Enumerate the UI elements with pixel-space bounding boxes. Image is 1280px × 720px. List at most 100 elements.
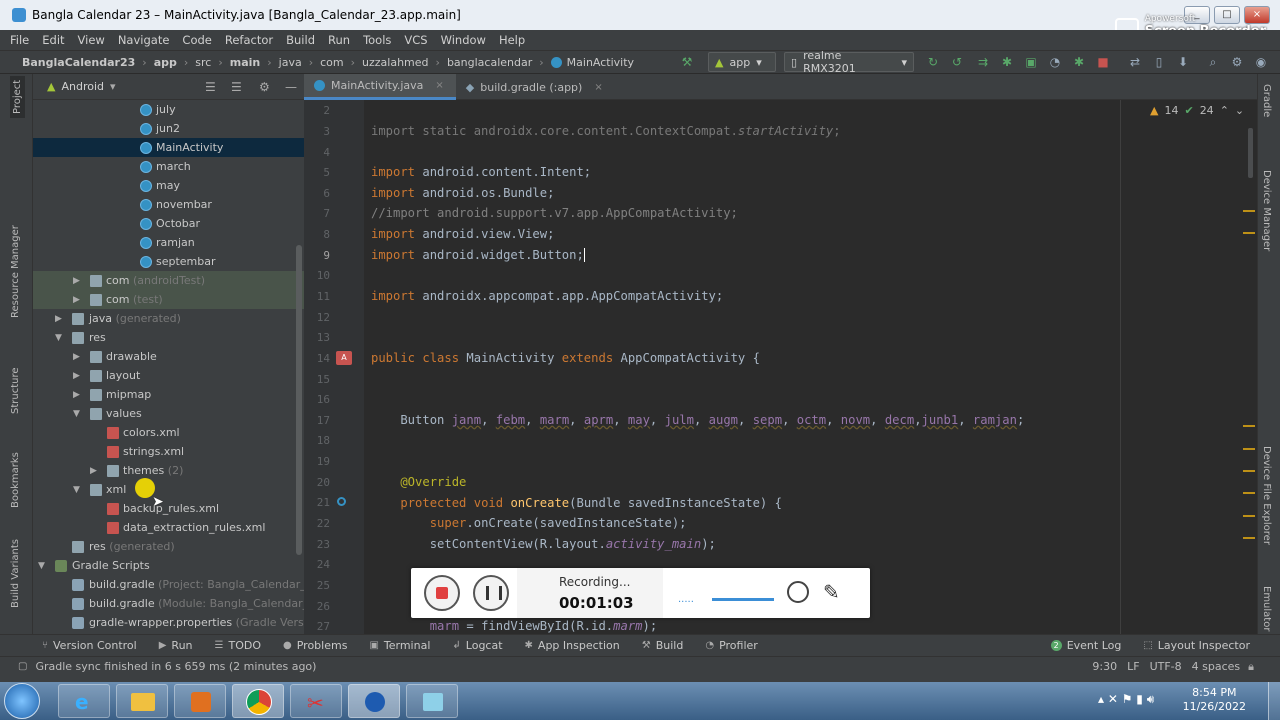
- menu-refactor[interactable]: Refactor: [225, 33, 273, 47]
- project-view-select[interactable]: Android: [61, 80, 104, 93]
- tree-item-novembar[interactable]: novembar: [33, 195, 304, 214]
- tab-build-gradle[interactable]: ◆ build.gradle (:app) ×: [456, 74, 615, 100]
- status-message[interactable]: Gradle sync finished in 6 s 659 ms (2 mi…: [35, 660, 316, 673]
- taskbar-android-studio[interactable]: [348, 684, 400, 718]
- tree-item-march[interactable]: march: [33, 157, 304, 176]
- update-icon[interactable]: ◉: [1254, 55, 1268, 69]
- tray-icons[interactable]: ▴ ✕ ⚑ ▮ 🔊︎: [1098, 692, 1154, 707]
- breadcrumb-com[interactable]: com: [320, 56, 344, 69]
- tree-item-drawable[interactable]: ▶ drawable: [33, 347, 304, 366]
- hide-icon[interactable]: —: [285, 80, 297, 94]
- run-config-select[interactable]: ▲ app ▾: [708, 52, 776, 72]
- menu-file[interactable]: File: [10, 33, 29, 47]
- tree-item-jun2[interactable]: jun2: [33, 119, 304, 138]
- tool-todo[interactable]: ☰ TODO: [215, 639, 261, 652]
- chevron-down-icon[interactable]: ⌄: [1235, 104, 1244, 117]
- tree-item-backup-rules-xml[interactable]: backup_rules.xml: [33, 499, 304, 518]
- tree-item-layout[interactable]: ▶ layout: [33, 366, 304, 385]
- tool-bookmarks[interactable]: Bookmarks: [10, 452, 21, 508]
- breadcrumb-banglacalendar[interactable]: banglacalendar: [447, 56, 532, 69]
- menu-code[interactable]: Code: [182, 33, 211, 47]
- breadcrumb-main[interactable]: main: [230, 56, 261, 69]
- tree-item-data-extraction-rules-xml[interactable]: data_extraction_rules.xml: [33, 518, 304, 537]
- tool-problems[interactable]: ● Problems: [283, 639, 347, 652]
- chevron-down-icon[interactable]: ▾: [110, 80, 116, 93]
- attach-debugger-icon[interactable]: ✱: [1072, 55, 1086, 69]
- warning-marker[interactable]: [1243, 425, 1255, 427]
- tree-item-gradle-wrapper-properties[interactable]: gradle-wrapper.properties (Gradle Versio…: [33, 613, 304, 632]
- tool-version-control[interactable]: ⑂ Version Control: [42, 639, 137, 652]
- breadcrumb-java[interactable]: java: [279, 56, 302, 69]
- breadcrumb-uzzalahmed[interactable]: uzzalahmed: [362, 56, 429, 69]
- tool-structure[interactable]: Structure: [10, 367, 21, 414]
- warning-marker[interactable]: [1243, 470, 1255, 472]
- gear-icon[interactable]: ⚙: [259, 80, 270, 94]
- menu-navigate[interactable]: Navigate: [118, 33, 170, 47]
- project-scrollbar[interactable]: [296, 245, 302, 555]
- menu-window[interactable]: Window: [441, 33, 486, 47]
- tool-build-variants[interactable]: Build Variants: [10, 539, 21, 608]
- tool-device-manager[interactable]: Device Manager: [1261, 170, 1272, 251]
- apply-changes-icon[interactable]: ↺: [950, 55, 964, 69]
- breadcrumb-src[interactable]: src: [195, 56, 211, 69]
- device-select[interactable]: ▯ realme RMX3201 ▾: [784, 49, 914, 75]
- tool-layout-inspector[interactable]: ⬚ Layout Inspector: [1143, 639, 1250, 652]
- tree-item-may[interactable]: may: [33, 176, 304, 195]
- stop-icon[interactable]: ■: [1096, 55, 1110, 69]
- tool-profiler[interactable]: ◔ Profiler: [705, 639, 757, 652]
- menu-edit[interactable]: Edit: [42, 33, 64, 47]
- menu-view[interactable]: View: [78, 33, 105, 47]
- warning-marker[interactable]: [1243, 537, 1255, 539]
- warning-marker[interactable]: [1243, 210, 1255, 212]
- caret-position[interactable]: 9:30: [1092, 660, 1117, 673]
- breadcrumb-app[interactable]: app: [154, 56, 177, 69]
- profile-icon[interactable]: ◔: [1048, 55, 1062, 69]
- tool-resource-manager[interactable]: Resource Manager: [10, 225, 21, 318]
- tree-item-com-test[interactable]: ▶ com (test): [33, 290, 304, 309]
- search-icon[interactable]: ⌕: [1206, 55, 1220, 69]
- show-desktop-button[interactable]: [1268, 682, 1280, 720]
- tool-app-inspection[interactable]: ✱ App Inspection: [525, 639, 620, 652]
- pause-recording-button[interactable]: [473, 575, 509, 611]
- debug-icon[interactable]: ✱: [1000, 55, 1014, 69]
- menu-run[interactable]: Run: [328, 33, 350, 47]
- tree-item-values[interactable]: ▼ values: [33, 404, 304, 423]
- sdk-manager-icon[interactable]: ⬇: [1176, 55, 1190, 69]
- coverage-icon[interactable]: ▣: [1024, 55, 1038, 69]
- tree-item-septembar[interactable]: septembar: [33, 252, 304, 271]
- override-gutter-icon[interactable]: [337, 497, 346, 506]
- rerun-icon[interactable]: ↻: [926, 55, 940, 69]
- taskbar-explorer[interactable]: [116, 684, 168, 718]
- warning-marker[interactable]: [1243, 492, 1255, 494]
- editor-scrollbar[interactable]: [1248, 128, 1253, 178]
- taskbar-media-player[interactable]: [174, 684, 226, 718]
- tool-emulator[interactable]: Emulator: [1261, 586, 1272, 631]
- tree-item-mipmap[interactable]: ▶ mipmap: [33, 385, 304, 404]
- tree-item-java-generated[interactable]: ▶ java (generated): [33, 309, 304, 328]
- lock-icon[interactable]: 🔒︎: [1248, 660, 1254, 674]
- tree-item-res-generated[interactable]: res (generated): [33, 537, 304, 556]
- tree-item-build-gradle-module[interactable]: build.gradle (Module: Bangla_Calendar_23…: [33, 594, 304, 613]
- device-manager-icon[interactable]: ▯: [1152, 55, 1166, 69]
- breadcrumb-project[interactable]: BanglaCalendar23: [22, 56, 135, 69]
- webcam-icon[interactable]: [787, 581, 809, 603]
- tree-item-build-gradle-project[interactable]: build.gradle (Project: Bangla_Calendar_2…: [33, 575, 304, 594]
- tool-logcat[interactable]: ↲ Logcat: [452, 639, 502, 652]
- tool-event-log[interactable]: 2 Event Log: [1050, 639, 1121, 652]
- apply-code-changes-icon[interactable]: ⇉: [976, 55, 990, 69]
- menu-vcs[interactable]: VCS: [404, 33, 427, 47]
- tree-item-xml[interactable]: ▼ xml: [33, 480, 304, 499]
- tree-item-res[interactable]: ▼ res: [33, 328, 304, 347]
- tree-item-mainactivity[interactable]: MainActivity: [33, 138, 304, 157]
- stop-recording-button[interactable]: [424, 575, 460, 611]
- breadcrumb-mainactivity[interactable]: MainActivity: [567, 56, 634, 69]
- tree-item-colors-xml[interactable]: colors.xml: [33, 423, 304, 442]
- tool-gradle[interactable]: Gradle: [1261, 84, 1272, 117]
- menu-build[interactable]: Build: [286, 33, 315, 47]
- inspection-widget[interactable]: ▲ 14 ✔ 24 ⌃ ⌄: [1150, 104, 1244, 117]
- tree-item-ramjan[interactable]: ramjan: [33, 233, 304, 252]
- sync-gradle-icon[interactable]: ⇄: [1128, 55, 1142, 69]
- hammer-icon[interactable]: ⚒: [680, 55, 694, 69]
- taskbar-snipping-tool[interactable]: ✂: [290, 684, 342, 718]
- tab-mainactivity[interactable]: MainActivity.java ×: [304, 74, 456, 100]
